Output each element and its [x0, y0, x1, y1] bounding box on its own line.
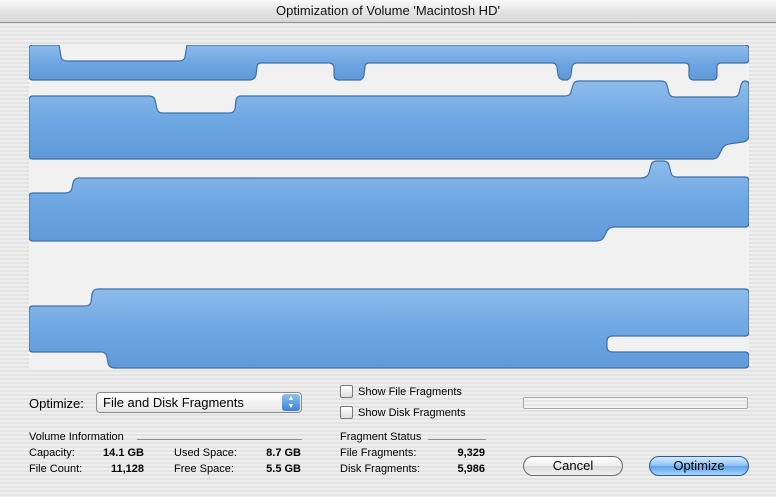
- show-file-fragments-checkbox[interactable]: [340, 385, 353, 398]
- fragment-status-divider: [428, 439, 486, 440]
- disk-map-graphic: [29, 45, 749, 369]
- optimize-label: Optimize:: [29, 396, 84, 411]
- volume-information-divider: [137, 439, 302, 440]
- progress-bar: [523, 397, 748, 409]
- file-fragments-value: 9,329: [457, 447, 485, 459]
- cancel-button[interactable]: Cancel: [523, 456, 623, 476]
- capacity-value: 14.1 GB: [103, 447, 144, 459]
- file-fragments-label: File Fragments:: [340, 447, 417, 459]
- disk-fragments-label: Disk Fragments:: [340, 463, 421, 475]
- capacity-label: Capacity:: [29, 447, 75, 459]
- disk-map: [29, 45, 749, 370]
- optimize-button[interactable]: Optimize: [649, 456, 749, 476]
- used-space-value: 8.7 GB: [266, 447, 301, 459]
- free-space-label: Free Space:: [174, 463, 234, 475]
- window-title: Optimization of Volume 'Macintosh HD': [0, 0, 776, 23]
- file-count-value: 11,128: [110, 463, 144, 475]
- optimize-popup[interactable]: File and Disk Fragments ▲ ▼: [96, 392, 302, 413]
- optimization-window: Optimization of Volume 'Macintosh HD' Op…: [0, 0, 776, 497]
- fragment-band: [29, 160, 749, 242]
- fragment-band: [29, 288, 749, 369]
- file-count-label: File Count:: [29, 463, 83, 475]
- show-file-fragments-label[interactable]: Show File Fragments: [358, 386, 462, 398]
- used-space-label: Used Space:: [174, 447, 237, 459]
- show-disk-fragments-label[interactable]: Show Disk Fragments: [358, 407, 466, 419]
- volume-information-title: Volume Information: [29, 431, 124, 443]
- popup-arrows-icon: ▲ ▼: [282, 394, 300, 411]
- fragment-status-title: Fragment Status: [340, 431, 422, 443]
- disk-fragments-value: 5,986: [457, 463, 485, 475]
- free-space-value: 5.5 GB: [266, 463, 301, 475]
- show-disk-fragments-checkbox[interactable]: [340, 406, 353, 419]
- optimize-popup-value: File and Disk Fragments: [103, 395, 244, 410]
- fragment-band: [29, 80, 749, 160]
- fragment-band: [29, 45, 749, 81]
